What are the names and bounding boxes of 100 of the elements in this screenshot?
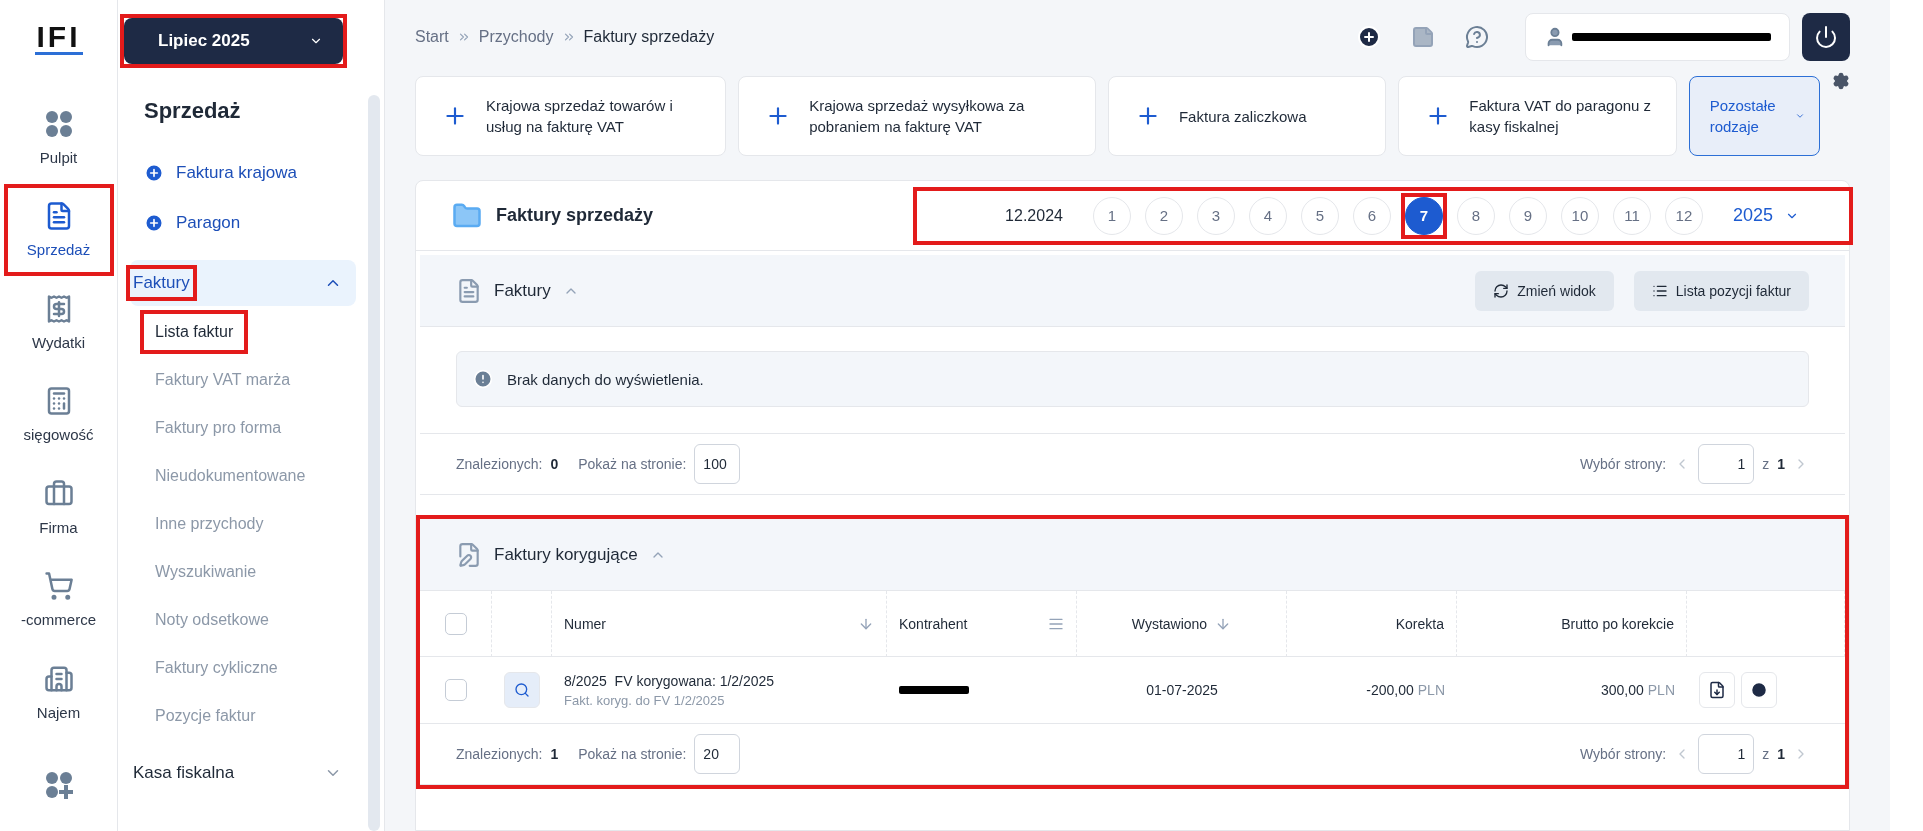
month-button[interactable]: 2 <box>1144 196 1183 235</box>
page-label: Wybór strony: <box>1579 456 1667 472</box>
add-link[interactable]: Faktura krajowa <box>130 148 356 198</box>
nav-label: -commerce <box>21 611 96 629</box>
month-button[interactable]: 1 <box>1092 196 1131 235</box>
nav-label: Sprzedaż <box>26 241 91 259</box>
currency: PLN <box>1417 682 1445 698</box>
menu-group-label: Kasa fiskalna <box>133 762 235 784</box>
section-title: Sprzedaż <box>143 97 242 125</box>
nav-item[interactable]: Sprzedaż <box>3 183 114 276</box>
month-button[interactable]: 10 <box>1560 196 1599 235</box>
month-button[interactable]: 7 <box>1404 196 1443 235</box>
history-button[interactable] <box>1741 672 1777 708</box>
section-title: Faktury korygujące <box>494 544 638 565</box>
page-field[interactable]: 1 <box>1698 734 1755 774</box>
menu-group[interactable]: Kasa fiskalna <box>130 750 356 796</box>
page-label: Wybór strony: <box>1579 746 1667 762</box>
settings-icon[interactable] <box>1832 72 1850 90</box>
nav-item[interactable]: Wydatki <box>3 276 114 369</box>
redaction-bar <box>899 686 969 694</box>
month-button[interactable]: 9 <box>1508 196 1547 235</box>
found-label: Znalezionych: <box>456 746 543 762</box>
per-page-field[interactable]: 100 <box>694 444 741 484</box>
previous-period-link[interactable]: 12.2024 <box>1005 206 1063 225</box>
found-label: Znalezionych: <box>456 456 543 472</box>
nav-item[interactable]: Firma <box>3 461 114 554</box>
invoice-note: Fakt. koryg. do FV 1/2/2025 <box>564 692 726 708</box>
document-icon <box>456 277 482 304</box>
column-header[interactable]: Brutto po korekcie <box>1561 615 1674 632</box>
month-button[interactable]: 3 <box>1196 196 1235 235</box>
nav-label: Wydatki <box>31 333 86 351</box>
plus-circle-icon <box>144 213 164 233</box>
plus-circle-icon <box>144 163 164 183</box>
scrollbar[interactable] <box>368 95 380 831</box>
item-list-button[interactable]: Lista pozycji faktur <box>1633 270 1809 311</box>
column-header[interactable]: Numer <box>564 615 606 632</box>
breadcrumb-link[interactable]: Start <box>415 28 449 46</box>
period-dropdown[interactable]: Lipiec 2025 <box>124 18 343 64</box>
column-header[interactable]: Kontrahent <box>899 615 968 632</box>
nav-label: Pulpit <box>39 148 78 166</box>
found-count: 1 <box>550 746 559 762</box>
nav-item[interactable]: Najem <box>3 646 114 739</box>
per-page-label: Pokaż na stronie: <box>578 746 687 762</box>
panel-title: Faktury sprzedaży <box>496 205 655 226</box>
correction-amount: -200,00 <box>1366 682 1414 698</box>
note-icon[interactable] <box>1411 25 1435 49</box>
year-dropdown[interactable]: 2025 <box>1726 204 1805 227</box>
breadcrumb-link[interactable]: Faktury sprzedaży <box>583 28 715 46</box>
user-menu[interactable] <box>1525 13 1790 61</box>
month-button[interactable]: 11 <box>1612 196 1651 235</box>
breadcrumb-link[interactable]: Przychody <box>478 28 554 46</box>
power-icon <box>1814 25 1838 49</box>
month-button[interactable]: 8 <box>1456 196 1495 235</box>
new-invoice-card[interactable]: Faktura VAT do paragonu z kasy fiskalnej <box>1398 76 1677 156</box>
help-chat-icon[interactable] <box>1465 25 1489 49</box>
new-invoice-card[interactable]: Faktura zaliczkowa <box>1107 76 1387 156</box>
search-icon <box>514 682 530 698</box>
menu-item[interactable]: Lista faktur <box>147 317 242 347</box>
nav-item[interactable]: Pulpit <box>3 91 114 184</box>
new-invoice-card[interactable]: Krajowa sprzedaż wysyłkowa za pobraniem na fakturę VAT <box>738 76 1096 156</box>
refresh-icon <box>1493 282 1510 299</box>
nav-label: sięgowość <box>23 426 94 444</box>
logo: IFI <box>34 22 83 55</box>
column-header[interactable]: Wystawiono <box>1131 615 1208 632</box>
month-button[interactable]: 12 <box>1664 196 1703 235</box>
pdf-button[interactable] <box>1699 672 1735 708</box>
pdf-file-icon <box>1708 681 1726 699</box>
table-cell: 01-07-2025 <box>1146 682 1218 698</box>
gross-amount: 300,00 <box>1600 682 1644 698</box>
nav-label: Najem <box>36 703 81 721</box>
cart-icon <box>43 571 74 602</box>
four-dots-icon <box>43 108 74 139</box>
section-title: Faktury <box>494 280 551 301</box>
preview-button[interactable] <box>504 672 540 708</box>
new-invoice-card[interactable]: Krajowa sprzedaż towarów i usług na fakturę VAT <box>415 76 727 156</box>
month-button[interactable]: 6 <box>1352 196 1391 235</box>
column-header[interactable]: Korekta <box>1395 615 1444 632</box>
document-edit-icon <box>456 541 482 568</box>
found-count: 0 <box>550 456 559 472</box>
page-count: 1 <box>1777 746 1785 762</box>
row-checkbox[interactable] <box>445 679 467 701</box>
invoice-number: 8/2025 FV korygowana: 1/2/2025 <box>564 672 775 689</box>
add-link[interactable]: Paragon <box>130 198 356 248</box>
month-button[interactable]: 5 <box>1300 196 1339 235</box>
nav-label: Firma <box>39 518 78 536</box>
add-icon[interactable] <box>1357 25 1381 49</box>
per-page-field[interactable]: 20 <box>694 734 741 774</box>
page-count: 1 <box>1777 456 1785 472</box>
nav-item[interactable]: sięgowość <box>3 368 114 461</box>
more-types-button[interactable]: Pozostałe rodzaje <box>1688 76 1820 156</box>
dots-plus-icon <box>43 769 74 800</box>
month-button[interactable]: 4 <box>1248 196 1287 235</box>
change-view-button[interactable]: Zmień widok <box>1475 270 1614 311</box>
logout-button[interactable] <box>1802 13 1850 61</box>
nav-item[interactable]: -commerce <box>3 553 114 646</box>
alert-icon <box>473 369 493 389</box>
page-field[interactable]: 1 <box>1698 444 1755 484</box>
menu-group-label: Faktury <box>133 272 190 294</box>
currency: PLN <box>1647 682 1675 698</box>
select-all-checkbox[interactable] <box>444 612 467 635</box>
